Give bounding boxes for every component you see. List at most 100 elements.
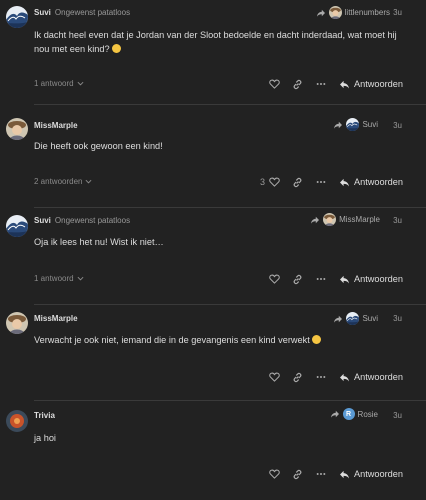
copy-link-button[interactable] [290,272,306,286]
post-body-text: ja hoi [34,433,56,443]
avatar[interactable] [6,215,28,237]
avatar[interactable] [6,118,28,140]
share-arrow-icon [333,121,343,129]
ellipsis-icon [316,277,326,281]
reply-to-avatar [323,213,336,226]
more-button[interactable] [313,467,329,481]
share-arrow-icon [316,9,326,17]
heart-icon [269,177,280,187]
post-actions: Antwoorden [260,467,403,481]
like-button[interactable] [267,175,283,189]
show-replies-button[interactable]: 2 antwoorden [34,177,92,186]
post-body-text: Die heeft ook gewoon een kind! [34,141,163,151]
post-3: Suvi Ongewenst patatloos MissMarple 3u Oj… [0,207,426,304]
thinking-face-icon [111,44,121,53]
reply-to-link[interactable]: R Rosie [330,408,378,420]
reply-to-link[interactable]: Suvi [333,118,378,131]
more-button[interactable] [313,370,329,384]
show-replies-button[interactable]: 1 antwoord [34,79,84,88]
post-author[interactable]: Suvi Ongewenst patatloos [34,216,130,225]
reply-to-link[interactable]: littlenumbers [316,6,390,19]
reply-button[interactable]: Antwoorden [339,177,403,187]
reply-button[interactable]: Antwoorden [339,372,403,382]
avatar[interactable] [6,410,28,432]
post-author[interactable]: MissMarple [34,121,78,130]
user-title: Ongewenst patatloos [54,8,131,17]
ellipsis-icon [316,180,326,184]
reply-button[interactable]: Antwoorden [339,79,403,89]
more-button[interactable] [313,272,329,286]
post-date[interactable]: 3u [393,314,402,323]
avatar[interactable] [6,312,28,334]
post-2: MissMarple Suvi 3u Die heeft ook gewoon … [0,104,426,207]
post-body-text: Verwacht je ook niet, iemand die in de g… [34,335,310,345]
more-button[interactable] [313,175,329,189]
link-icon [292,274,303,285]
more-button[interactable] [313,77,329,91]
like-button[interactable] [267,272,283,286]
reply-to-avatar [346,312,359,325]
username[interactable]: Trivia [34,411,55,420]
post-body-text: Oja ik lees het nu! Wist ik niet… [34,237,164,247]
post-5: Trivia R Rosie 3u ja hoi Antwoorden [0,400,426,500]
reply-button-label: Antwoorden [353,274,403,284]
link-icon [292,79,303,90]
reply-button[interactable]: Antwoorden [339,469,403,479]
replies-count: 1 antwoord [34,79,74,88]
share-arrow-icon [310,216,320,224]
copy-link-button[interactable] [290,175,306,189]
reply-to-avatar: R [342,408,355,420]
chevron-down-icon [77,81,84,86]
reply-button-label: Antwoorden [353,372,403,382]
post-author[interactable]: MissMarple [34,314,78,323]
avatar[interactable] [6,6,28,28]
post-date[interactable]: 3u [393,121,402,130]
like-button[interactable] [267,370,283,384]
post-body: ja hoi [34,431,408,445]
reply-button-label: Antwoorden [353,79,403,89]
post-body: Ik dacht heel even dat je Jordan van der… [34,28,408,56]
reply-to-username: littlenumbers [344,8,390,17]
reply-arrow-icon [339,80,350,89]
like-button[interactable] [267,77,283,91]
post-author[interactable]: Trivia [34,411,55,420]
post-author[interactable]: Suvi Ongewenst patatloos [34,8,130,17]
reply-to-username: Rosie [357,409,378,419]
post-date[interactable]: 3u [393,411,402,420]
reply-to-link[interactable]: Suvi [333,312,378,325]
share-arrow-icon [333,315,343,323]
reply-to-username: MissMarple [339,215,380,224]
post-4: MissMarple Suvi 3u Verwacht je ook niet,… [0,304,426,400]
reply-to-avatar [346,118,359,131]
ellipsis-icon [316,375,326,379]
copy-link-button[interactable] [290,77,306,91]
link-icon [292,177,303,188]
copy-link-button[interactable] [290,467,306,481]
replies-count: 2 antwoorden [34,177,83,186]
post-date[interactable]: 3u [393,216,402,225]
post-actions: 3 Antwoorden [260,175,403,189]
post-1: Suvi Ongewenst patatloos littlenumbers 3u… [0,0,426,104]
reply-button-label: Antwoorden [353,177,403,187]
link-icon [292,469,303,480]
username[interactable]: Suvi [34,8,51,17]
ellipsis-icon [316,472,326,476]
username[interactable]: MissMarple [34,121,78,130]
heart-icon [269,79,280,89]
username[interactable]: MissMarple [34,314,78,323]
reply-to-avatar [329,6,342,19]
post-actions: Antwoorden [260,370,403,384]
chevron-down-icon [77,276,84,281]
username[interactable]: Suvi [34,216,51,225]
show-replies-button[interactable]: 1 antwoord [34,274,84,283]
replies-count: 1 antwoord [34,274,74,283]
post-date[interactable]: 3u [393,8,402,17]
reply-arrow-icon [339,373,350,382]
user-title: Ongewenst patatloos [54,216,131,225]
like-button[interactable] [267,467,283,481]
heart-icon [269,469,280,479]
like-count[interactable]: 3 [260,177,265,187]
reply-to-link[interactable]: MissMarple [310,213,380,226]
reply-button[interactable]: Antwoorden [339,274,403,284]
copy-link-button[interactable] [290,370,306,384]
